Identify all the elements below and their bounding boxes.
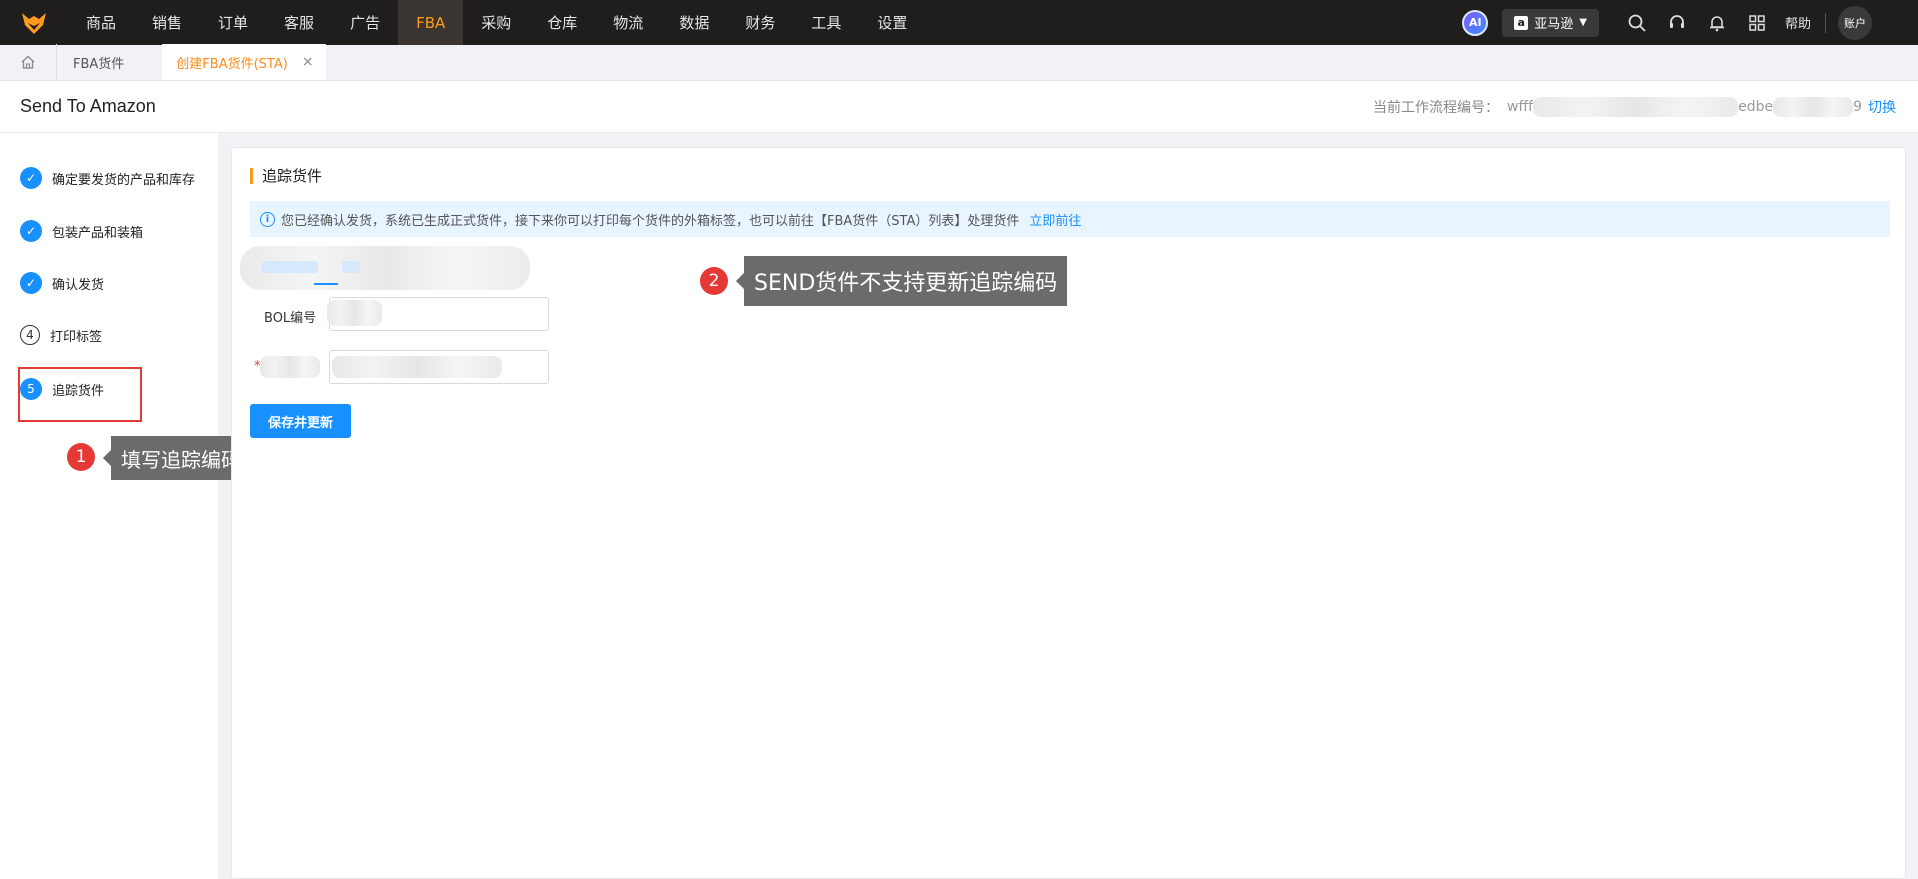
step-number: 4 <box>20 325 40 345</box>
info-icon: i <box>260 211 275 227</box>
step-pack-products[interactable]: ✓ 包装产品和装箱 <box>20 220 143 242</box>
tab-indicator <box>314 283 338 285</box>
store-select[interactable]: a 亚马逊 ▼ <box>1502 8 1599 37</box>
nav-item-finance[interactable]: 财务 <box>727 0 793 45</box>
nav-item-logistics[interactable]: 物流 <box>595 0 661 45</box>
info-banner: i 您已经确认发货，系统已生成正式货件，接下来你可以打印每个货件的外箱标签，也可… <box>250 201 1890 237</box>
go-now-link[interactable]: 立即前往 <box>1029 210 1081 229</box>
amazon-icon: a <box>1514 15 1529 30</box>
info-text: 您已经确认发货，系统已生成正式货件，接下来你可以打印每个货件的外箱标签，也可以前… <box>281 213 1020 229</box>
save-and-update-button[interactable]: 保存并更新 <box>250 404 351 438</box>
section-title: 追踪货件 <box>250 168 322 184</box>
step-label: 打印标签 <box>50 329 103 345</box>
tab-bar: FBA货件 创建FBA货件(STA) × <box>0 44 1918 81</box>
check-icon: ✓ <box>20 167 42 189</box>
step-label: 包装产品和装箱 <box>52 225 144 241</box>
nav-item-products[interactable]: 商品 <box>68 0 134 45</box>
callout-1: 填写追踪编码 <box>103 436 251 480</box>
check-icon: ✓ <box>20 272 42 294</box>
redacted-tab <box>342 261 360 273</box>
close-icon[interactable]: × <box>302 54 314 70</box>
tab-label: FBA货件 <box>73 56 125 72</box>
page-title: Send To Amazon <box>20 96 156 116</box>
steps-sidebar: ✓ 确定要发货的产品和库存 ✓ 包装产品和装箱 ✓ 确认发货 4 打印标签 5 … <box>0 133 218 879</box>
bell-icon[interactable] <box>1697 0 1737 45</box>
workflow-id: 当前工作流程编号： wfff edbe 9 切换 <box>1373 81 1896 133</box>
tab-label: 创建FBA货件(STA) <box>176 56 288 72</box>
step-label: 确定要发货的产品和库存 <box>52 172 196 188</box>
top-nav: 商品 销售 订单 客服 广告 FBA 采购 仓库 物流 数据 财务 工具 设置 … <box>0 0 1918 45</box>
redacted-value <box>332 356 502 378</box>
step-select-products[interactable]: ✓ 确定要发货的产品和库存 <box>20 167 195 189</box>
highlight-box <box>18 367 142 422</box>
search-icon[interactable] <box>1617 0 1657 45</box>
tab-create-fba-sta[interactable]: 创建FBA货件(STA) × <box>162 44 326 80</box>
help-link[interactable]: 帮助 <box>1785 13 1811 32</box>
headset-icon[interactable] <box>1657 0 1697 45</box>
fox-logo-icon <box>22 12 46 34</box>
redacted-label <box>260 356 320 378</box>
step-confirm-shipment[interactable]: ✓ 确认发货 <box>20 272 104 294</box>
nav-item-customer-service[interactable]: 客服 <box>266 0 332 45</box>
tab-fba-shipments[interactable]: FBA货件 <box>56 44 138 80</box>
ai-assistant-button[interactable]: AI <box>1462 9 1489 36</box>
callout-2: SEND货件不支持更新追踪编码 <box>735 256 1068 306</box>
page-header: Send To Amazon 当前工作流程编号： wfff edbe 9 切换 <box>0 81 1918 133</box>
account-avatar[interactable]: 账户 <box>1838 5 1872 40</box>
switch-workflow-link[interactable]: 切换 <box>1868 97 1896 117</box>
nav-item-purchasing[interactable]: 采购 <box>463 0 529 45</box>
callout-number-1: 1 <box>67 443 95 471</box>
nav-item-sales[interactable]: 销售 <box>134 0 200 45</box>
redacted-value <box>327 300 382 326</box>
nav-item-fba[interactable]: FBA <box>398 0 464 45</box>
app-logo[interactable] <box>0 0 68 45</box>
caret-down-icon: ▼ <box>1579 17 1587 28</box>
callout-number-2: 2 <box>700 267 728 295</box>
nav-item-tools[interactable]: 工具 <box>793 0 859 45</box>
redacted-tab <box>262 261 318 273</box>
nav-item-orders[interactable]: 订单 <box>200 0 266 45</box>
home-icon <box>21 55 35 69</box>
apps-grid-icon[interactable] <box>1737 0 1777 45</box>
nav-item-ads[interactable]: 广告 <box>332 0 398 45</box>
step-print-labels[interactable]: 4 打印标签 <box>20 325 102 345</box>
nav-item-data[interactable]: 数据 <box>661 0 727 45</box>
nav-item-settings[interactable]: 设置 <box>859 0 925 45</box>
home-tab[interactable] <box>0 44 56 80</box>
store-select-label: 亚马逊 <box>1534 17 1574 32</box>
nav-divider <box>1825 12 1826 33</box>
workflow-label: 当前工作流程编号： <box>1373 100 1500 116</box>
workflow-value: wfff edbe 9 <box>1507 97 1862 117</box>
main-card: 追踪货件 i 您已经确认发货，系统已生成正式货件，接下来你可以打印每个货件的外箱… <box>231 147 1906 879</box>
bol-label: BOL编号 <box>264 311 317 326</box>
nav-item-warehouse[interactable]: 仓库 <box>529 0 595 45</box>
check-icon: ✓ <box>20 220 42 242</box>
step-label: 确认发货 <box>52 277 105 293</box>
